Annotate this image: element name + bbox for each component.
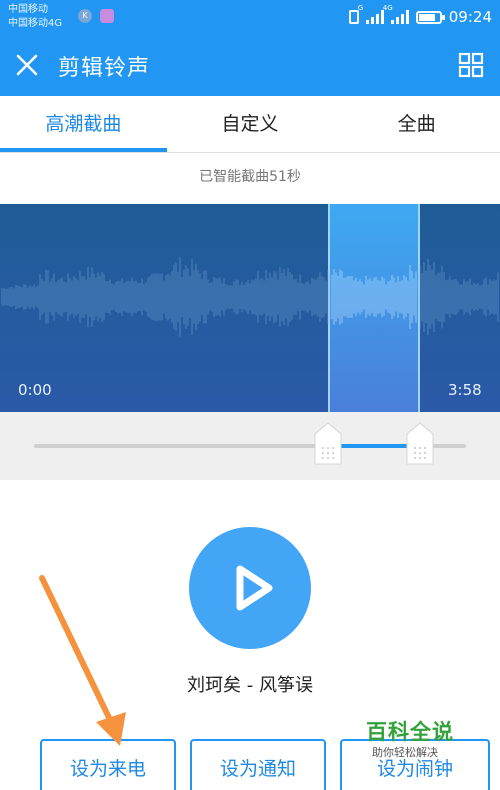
watermark-subtitle: 助你轻松解决 [372, 746, 438, 759]
tab-divider [0, 152, 500, 153]
set-notification-button[interactable]: 设为通知 [190, 739, 326, 790]
notification-app-icon: K [78, 9, 92, 23]
tab-custom[interactable]: 自定义 [167, 96, 334, 152]
play-icon [236, 565, 273, 611]
signal-icon-1: G [358, 4, 384, 24]
network-type-2: 4G [382, 4, 393, 12]
vibrate-icon [348, 10, 359, 24]
grid-icon [458, 52, 484, 78]
close-button[interactable] [10, 48, 44, 82]
grid-menu-button[interactable] [458, 52, 484, 78]
carrier-label-1: 中国移动 [8, 4, 48, 15]
tab-full-song[interactable]: 全曲 [333, 96, 500, 152]
end-time: 3:58 [448, 381, 482, 399]
tab-bar: 高潮截曲 自定义 全曲 [0, 96, 500, 152]
network-type-1: G [357, 4, 364, 12]
start-handle-icon [314, 422, 342, 465]
carrier-label-2: 中国移动4G [8, 18, 63, 29]
status-bar: 中国移动 中国移动4G K G 4G 09:24 [0, 0, 500, 34]
waveform-graph [1, 257, 499, 337]
watermark-title: 百科全说 [366, 720, 454, 744]
watermark: 百科全说 助你轻松解决 [360, 716, 486, 762]
slider-end-handle[interactable] [406, 422, 434, 465]
tab-highlight[interactable]: 高潮截曲 [0, 96, 167, 152]
gallery-notification-icon [100, 9, 114, 23]
range-slider[interactable] [0, 412, 500, 480]
battery-level [418, 13, 435, 21]
play-button[interactable] [189, 527, 311, 649]
app-bar: 剪辑铃声 [0, 34, 500, 96]
status-time: 09:24 [448, 8, 492, 26]
waveform-panel[interactable] [0, 204, 500, 412]
close-icon [16, 54, 38, 76]
start-time: 0:00 [18, 381, 52, 399]
page-title: 剪辑铃声 [58, 56, 151, 81]
annotation-arrow-icon [39, 575, 126, 746]
battery-icon [415, 10, 445, 24]
status-icons: G 4G 09:24 [348, 4, 492, 28]
end-handle-icon [406, 422, 434, 465]
signal-icon-2: 4G [383, 4, 409, 24]
clip-hint: 已智能截曲51秒 [199, 169, 301, 185]
slider-start-handle[interactable] [314, 422, 342, 465]
